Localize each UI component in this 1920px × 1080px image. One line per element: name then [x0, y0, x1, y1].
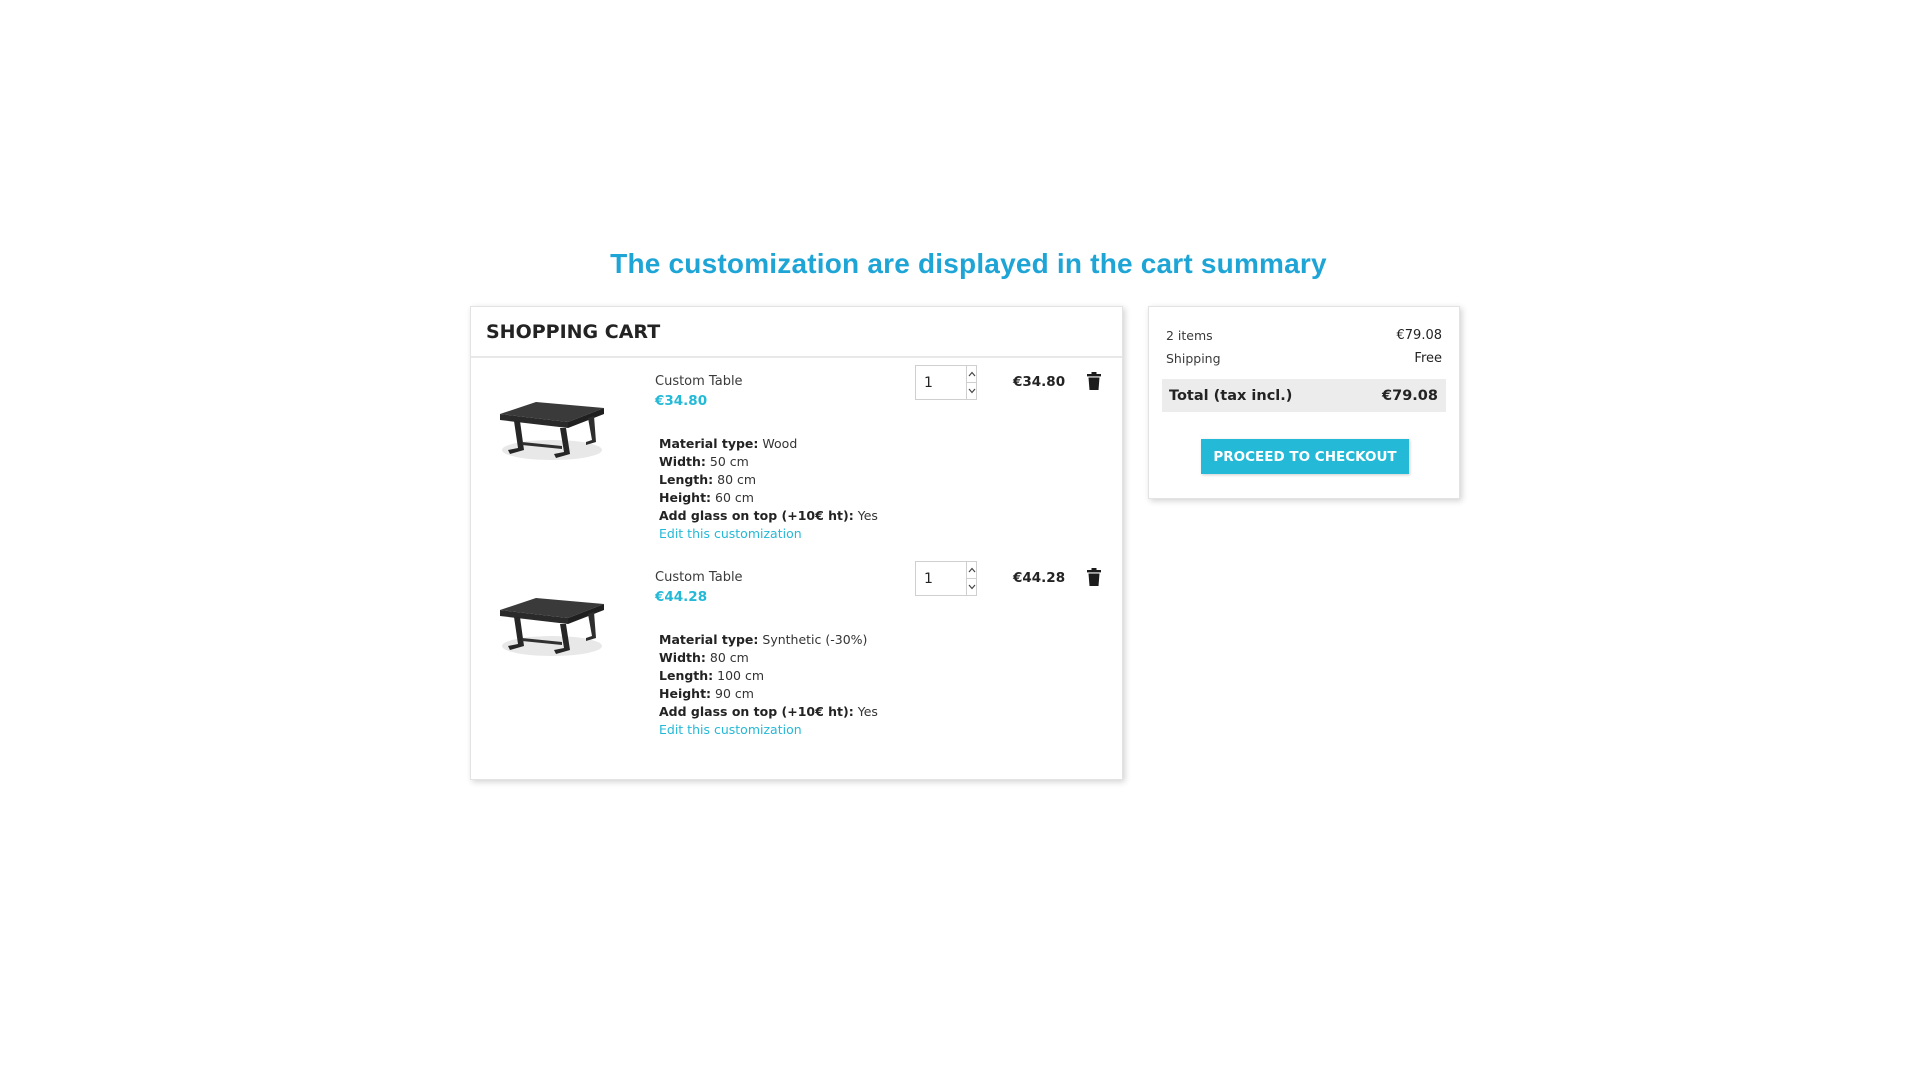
- chevron-up-icon: [968, 567, 975, 573]
- customization-label: Add glass on top (+10€ ht):: [659, 704, 854, 719]
- product-name[interactable]: Custom Table: [655, 570, 743, 585]
- cart-title: SHOPPING CART: [471, 307, 1122, 358]
- customization-label: Add glass on top (+10€ ht):: [659, 508, 854, 523]
- summary-items-label: 2 items: [1166, 328, 1213, 343]
- summary-total-label: Total (tax incl.): [1169, 387, 1293, 404]
- summary-shipping-value: Free: [1414, 351, 1442, 366]
- customization-row: Height: 90 cm: [659, 685, 878, 703]
- customization-label: Length:: [659, 668, 714, 683]
- customization-row: Height: 60 cm: [659, 489, 878, 507]
- customization-label: Length:: [659, 472, 714, 487]
- line-total-price: €44.28: [1013, 570, 1066, 586]
- product-name[interactable]: Custom Table: [655, 374, 743, 389]
- trash-icon[interactable]: [1086, 372, 1102, 390]
- summary-shipping-label: Shipping: [1166, 351, 1221, 366]
- quantity-stepper: [915, 365, 977, 400]
- customization-row: Length: 100 cm: [659, 667, 878, 685]
- quantity-arrows: [966, 366, 976, 399]
- product-unit-price: €44.28: [655, 589, 708, 605]
- edit-customization-link[interactable]: Edit this customization: [659, 721, 802, 739]
- customization-row: Width: 80 cm: [659, 649, 878, 667]
- customization-label: Material type:: [659, 632, 759, 647]
- page-headline: The customization are displayed in the c…: [610, 248, 1327, 279]
- table-image[interactable]: [496, 584, 608, 664]
- customization-row: Material type: Synthetic (-30%): [659, 631, 878, 649]
- customization-label: Width:: [659, 650, 706, 665]
- summary-total-row: Total (tax incl.) €79.08: [1162, 379, 1446, 412]
- customization-value: 100 cm: [717, 668, 765, 683]
- cart-line-item: Custom Table €34.80 Material type: Wood …: [471, 360, 1122, 543]
- customization-label: Height:: [659, 490, 712, 505]
- customization-value: 60 cm: [715, 490, 754, 505]
- customization-row: Material type: Wood: [659, 435, 878, 453]
- quantity-increase-button[interactable]: [967, 562, 976, 578]
- line-total-price: €34.80: [1013, 374, 1066, 390]
- summary-items-value: €79.08: [1396, 328, 1443, 343]
- chevron-up-icon: [968, 371, 975, 377]
- customization-value: 80 cm: [709, 650, 749, 665]
- customization-row: Add glass on top (+10€ ht): Yes: [659, 507, 878, 525]
- proceed-to-checkout-button[interactable]: PROCEED TO CHECKOUT: [1201, 439, 1409, 474]
- product-unit-price: €34.80: [655, 393, 708, 409]
- cart-summary-panel: 2 items €79.08 Shipping Free Total (tax …: [1148, 306, 1460, 499]
- customization-label: Material type:: [659, 436, 759, 451]
- summary-shipping-row: Shipping Free: [1166, 351, 1442, 366]
- quantity-increase-button[interactable]: [967, 366, 976, 382]
- quantity-input[interactable]: [916, 366, 966, 399]
- quantity-decrease-button[interactable]: [967, 578, 976, 595]
- customization-label: Height:: [659, 686, 712, 701]
- chevron-down-icon: [968, 584, 975, 590]
- chevron-down-icon: [968, 388, 975, 394]
- shopping-cart-panel: SHOPPING CART Custom Table €34.80 Materi…: [470, 306, 1123, 780]
- summary-items-row: 2 items €79.08: [1166, 328, 1442, 343]
- customization-value: Yes: [857, 704, 878, 719]
- customization-value: 50 cm: [709, 454, 749, 469]
- customization-row: Add glass on top (+10€ ht): Yes: [659, 703, 878, 721]
- customization-list: Material type: Wood Width: 50 cm Length:…: [659, 435, 878, 543]
- customization-list: Material type: Synthetic (-30%) Width: 8…: [659, 631, 878, 739]
- edit-customization-link[interactable]: Edit this customization: [659, 525, 802, 543]
- customization-value: 80 cm: [717, 472, 757, 487]
- customization-row: Width: 50 cm: [659, 453, 878, 471]
- quantity-input[interactable]: [916, 562, 966, 595]
- quantity-arrows: [966, 562, 976, 595]
- summary-total-value: €79.08: [1382, 387, 1438, 404]
- customization-value: 90 cm: [715, 686, 754, 701]
- customization-value: Yes: [857, 508, 878, 523]
- customization-value: Synthetic (-30%): [762, 632, 868, 647]
- quantity-stepper: [915, 561, 977, 596]
- customization-value: Wood: [762, 436, 798, 451]
- cart-line-item: Custom Table €44.28 Material type: Synth…: [471, 556, 1122, 739]
- customization-label: Width:: [659, 454, 706, 469]
- quantity-decrease-button[interactable]: [967, 382, 976, 399]
- customization-row: Length: 80 cm: [659, 471, 878, 489]
- table-image[interactable]: [496, 388, 608, 468]
- trash-icon[interactable]: [1086, 568, 1102, 586]
